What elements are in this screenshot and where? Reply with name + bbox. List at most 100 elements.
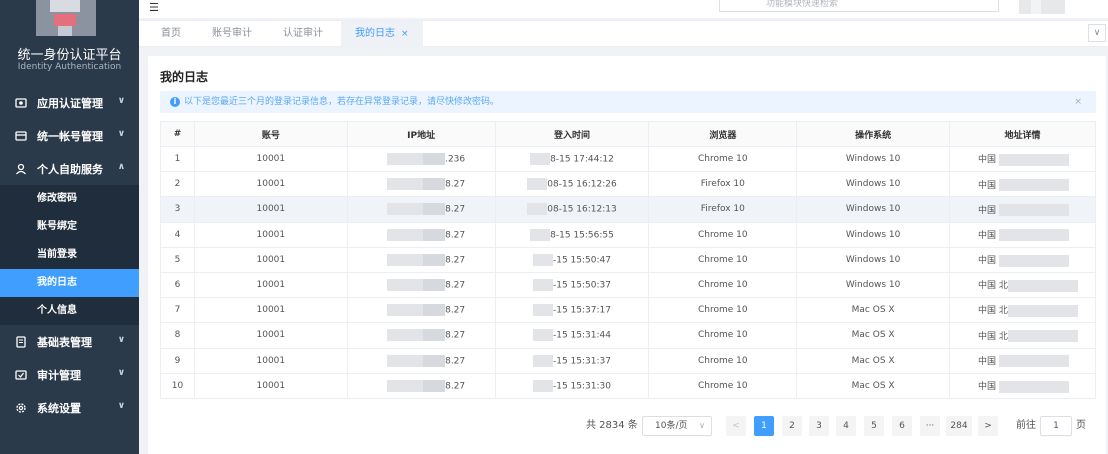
- account-card-icon: [14, 129, 28, 143]
- menu-item-settings[interactable]: 系统设置 ∨: [0, 391, 139, 424]
- menu-toggle-icon[interactable]: ☰: [149, 1, 159, 14]
- table-cell-ip: 8.27: [346, 196, 496, 223]
- cell-text: 8.27: [445, 305, 466, 316]
- menu-item-self-service[interactable]: 个人自助服务 ∧: [0, 152, 139, 185]
- cell-text: 10001: [256, 254, 286, 265]
- login-log-table: # 账号 IP地址 登入时间 浏览器 操作系统 地址详情 1 10001 .236 8…: [160, 121, 1096, 399]
- table-row[interactable]: 10 10001 8.27 -15 15:31:30 Chrome 10 Mac OS X…: [160, 372, 1096, 399]
- table-cell-time: -15 15:31:37: [494, 347, 650, 374]
- tab-home[interactable]: 首页: [161, 21, 181, 47]
- avatar[interactable]: [1019, 0, 1065, 14]
- cell-text: 8.27: [445, 381, 466, 392]
- column-header[interactable]: 地址详情: [949, 121, 1096, 147]
- tabs-dropdown-button[interactable]: ∨: [1088, 24, 1106, 42]
- sub-item-personal-info[interactable]: 个人信息: [0, 297, 139, 325]
- redacted-block: [998, 254, 1069, 267]
- table-cell-location: 中国 北: [949, 271, 1096, 299]
- table-row[interactable]: 2 10001 8.27 08-15 16:12:26 Firefox 10 Window…: [160, 171, 1096, 198]
- page-size-select[interactable]: 10条/页 ∨: [642, 416, 712, 436]
- menu-item-app-auth[interactable]: 应用认证管理 ∨: [0, 86, 139, 119]
- menu-label: 基础表管理: [37, 335, 92, 349]
- sub-item-change-password[interactable]: 修改密码: [0, 185, 139, 213]
- table-cell-os: Mac OS X: [796, 372, 950, 399]
- menu-item-account[interactable]: 统一帐号管理 ∨: [0, 119, 139, 152]
- column-header[interactable]: 操作系统: [796, 121, 950, 147]
- more-pages-button[interactable]: ···: [920, 416, 940, 436]
- table-cell-browser: Chrome 10: [648, 246, 798, 273]
- table-cell-ip: 8.27: [346, 322, 496, 349]
- table-row[interactable]: 1 10001 .236 8-15 17:44:12 Chrome 10 Windows …: [160, 145, 1096, 173]
- table-row[interactable]: 4 10001 8.27 8-15 15:56:55 Chrome 10 Windows …: [160, 221, 1096, 248]
- cell-text: -15 15:31:30: [553, 381, 611, 392]
- table-row[interactable]: 3 10001 8.27 08-15 16:12:13 Firefox 10 Window…: [160, 196, 1096, 223]
- menu-label: 系统设置: [37, 401, 81, 415]
- sub-item-current-login[interactable]: 当前登录: [0, 241, 139, 269]
- sub-item-account-binding[interactable]: 账号绑定: [0, 213, 139, 241]
- table-cell-location: 中国: [949, 347, 1096, 374]
- cell-text: Mac OS X: [851, 330, 895, 341]
- column-header[interactable]: IP地址: [346, 121, 496, 147]
- page-button[interactable]: 1: [754, 416, 774, 436]
- table-cell-location: 中国 北: [949, 297, 1096, 324]
- table-cell-location: 中国: [949, 145, 1096, 173]
- page-button[interactable]: 2: [782, 416, 802, 436]
- next-page-button[interactable]: >: [978, 416, 998, 436]
- tab-account-audit[interactable]: 账号审计: [212, 21, 252, 47]
- column-header[interactable]: 登入时间: [494, 121, 650, 147]
- table-cell-os: Windows 10: [796, 196, 950, 223]
- column-header[interactable]: #: [160, 121, 195, 147]
- tab-bar: 首页 账号审计 认证审计 我的日志 × ∨: [139, 20, 1108, 47]
- table-cell-browser: Firefox 10: [648, 196, 798, 223]
- table-cell-account: 10001: [193, 196, 348, 223]
- cell-text: 4: [174, 229, 181, 240]
- redacted-block: [423, 379, 446, 392]
- table-row[interactable]: 5 10001 8.27 -15 15:50:47 Chrome 10 Windows 1…: [160, 246, 1096, 273]
- page-button[interactable]: 6: [892, 416, 912, 436]
- table-cell-os: Windows 10: [796, 271, 950, 299]
- table-cell-index: 4: [160, 221, 195, 248]
- cell-text: 中国: [978, 180, 999, 191]
- cell-text: Chrome 10: [698, 254, 748, 265]
- goto-page-input[interactable]: 1: [1040, 416, 1072, 436]
- cell-text: 中国: [978, 256, 999, 267]
- cell-text: 8.27: [445, 204, 466, 215]
- table-cell-account: 10001: [193, 372, 348, 399]
- table-cell-time: -15 15:50:37: [494, 271, 650, 299]
- cell-text: Chrome 10: [698, 355, 748, 366]
- column-header[interactable]: 浏览器: [648, 121, 798, 147]
- close-icon[interactable]: ×: [401, 29, 409, 39]
- tab-auth-audit[interactable]: 认证审计: [283, 21, 323, 47]
- info-icon: i: [170, 97, 180, 107]
- table-row[interactable]: 7 10001 8.27 -15 15:37:17 Chrome 10 Mac OS X 中…: [160, 297, 1096, 324]
- cell-text: 8.27: [445, 230, 466, 241]
- page-button[interactable]: 5: [864, 416, 884, 436]
- cell-text: Chrome 10: [698, 330, 748, 341]
- close-icon[interactable]: ×: [1074, 91, 1082, 113]
- column-header[interactable]: 账号: [193, 121, 348, 147]
- cell-text: 10001: [256, 305, 286, 316]
- table-cell-os: Windows 10: [796, 171, 950, 198]
- chevron-up-icon: ∧: [117, 162, 125, 172]
- cell-text: .236: [445, 154, 466, 165]
- prev-page-button[interactable]: <: [726, 416, 746, 436]
- page-button[interactable]: 284: [946, 416, 972, 436]
- redacted-block: [387, 228, 424, 241]
- redacted-block: [530, 153, 551, 166]
- page-button[interactable]: 3: [809, 416, 829, 436]
- cell-text: 8.27: [445, 280, 466, 291]
- search-input[interactable]: 功能模块快速检索: [719, 0, 999, 12]
- sub-item-my-log[interactable]: 我的日志: [0, 269, 139, 297]
- cell-text: 08-15 16:12:13: [547, 204, 617, 215]
- page-button[interactable]: 4: [836, 416, 856, 436]
- redacted-block: [423, 253, 446, 266]
- menu-item-audit[interactable]: 审计管理 ∨: [0, 358, 139, 391]
- table-cell-location: 中国 北: [949, 322, 1096, 349]
- table-row[interactable]: 9 10001 8.27 -15 15:31:37 Chrome 10 Mac OS X 中…: [160, 347, 1096, 374]
- menu-item-base-tables[interactable]: 基础表管理 ∨: [0, 325, 139, 358]
- table-cell-index: 5: [160, 246, 195, 273]
- submenu: 修改密码 账号绑定 当前登录 我的日志 个人信息: [0, 185, 139, 325]
- shield-app-icon: [14, 96, 28, 110]
- table-row[interactable]: 6 10001 8.27 -15 15:50:37 Chrome 10 Windows 1…: [160, 271, 1096, 299]
- tab-my-log[interactable]: 我的日志 ×: [341, 21, 423, 47]
- table-row[interactable]: 8 10001 8.27 -15 15:31:44 Chrome 10 Mac OS X 中…: [160, 322, 1096, 349]
